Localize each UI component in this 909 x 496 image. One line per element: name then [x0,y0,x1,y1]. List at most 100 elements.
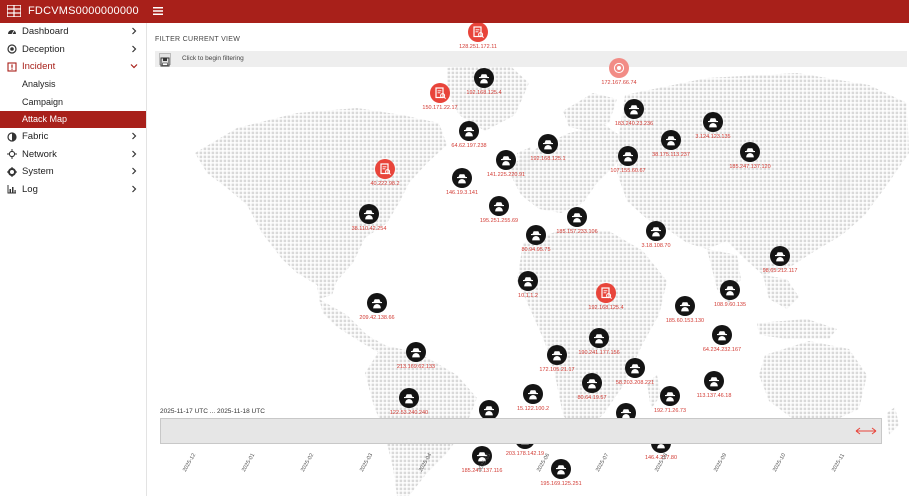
attacker-icon[interactable] [703,112,723,132]
attacker-icon[interactable] [489,196,509,216]
timeline-tick-label: 2025-06 [536,452,552,473]
sidebar-item-label: Network [22,148,57,160]
marker-ip-label: 195.251.255.69 [479,218,519,224]
attacker-icon[interactable] [526,225,546,245]
attacker-icon[interactable] [720,280,740,300]
sidebar-subitem-attack-map[interactable]: Attack Map [0,110,146,128]
attacker-icon[interactable] [523,384,543,404]
sidebar-item-log[interactable]: Log [0,181,146,199]
attacker-icon[interactable] [770,246,790,266]
attacker-icon[interactable] [660,386,680,406]
sidebar-item-deception[interactable]: Deception [0,41,146,59]
attacker-icon[interactable] [646,221,666,241]
dashboard-icon [8,29,16,34]
marker-ip-label: 192.168.125.1 [530,156,566,162]
marker-ip-label: 3.18.108.70 [641,243,671,249]
attacker-icon[interactable] [459,121,479,141]
incident-document-icon[interactable] [430,83,450,103]
attacker-icon[interactable] [675,296,695,316]
marker-ip-label: 141.225.220.91 [486,172,526,178]
sidebar-item-network[interactable]: Network [0,146,146,164]
chevron-right-icon [132,150,137,157]
sidebar-item-incident[interactable]: Incident [0,58,146,76]
attacker-icon[interactable] [661,130,681,150]
attacker-icon[interactable] [582,373,602,393]
marker-ip-label: 190.241.177.156 [578,350,620,356]
timeline-tick-label: 2025-10 [772,452,788,473]
network-icon [7,149,17,160]
attacker-icon[interactable] [538,134,558,154]
attacker-icon[interactable] [625,358,645,378]
attacker-icon[interactable] [496,150,516,170]
sidebar-subitem-campaign[interactable]: Campaign [0,93,146,111]
sidebar-item-fabric[interactable]: Fabric [0,128,146,146]
marker-ip-label: 192.168.125.4 [588,305,624,311]
chevron-down-icon [130,64,138,69]
attacker-icon[interactable] [406,342,426,362]
filter-input-bar[interactable]: Click to begin filtering [155,51,907,67]
sidebar: Dashboard Deception Incident Analysis Ca… [0,23,147,496]
filter-placeholder: Click to begin filtering [182,55,244,62]
timeline-resize-handle-icon[interactable] [853,426,879,436]
attacker-icon[interactable] [567,207,587,227]
attacker-icon[interactable] [474,68,494,88]
timeline-tick-label: 2025-05 [477,452,493,473]
attacker-icon[interactable] [359,204,379,224]
timeline-tick-label: 2025-09 [713,452,729,473]
marker-ip-label: 185.247.137.120 [729,164,771,170]
attacker-icon[interactable] [367,293,387,313]
gear-icon [7,166,17,177]
marker-ip-label: 38.110.42.254 [351,226,387,232]
attacker-icon[interactable] [624,99,644,119]
marker-ip-label: 172.167.66.74 [601,80,637,86]
timeline-tick-label: 2025-07 [595,452,611,473]
sidebar-item-label: Log [22,183,38,195]
attacker-icon[interactable] [518,271,538,291]
timeline-tick-label: 2025-01 [241,452,257,473]
timeline-band[interactable] [160,418,882,444]
timeline-range-label: 2025-11-17 UTC ... 2025-11-18 UTC [160,408,265,415]
fabric-icon [7,132,17,142]
chevron-right-icon [132,185,137,192]
marker-ip-label: 58.203.208.221 [615,380,655,386]
app-logo-icon [7,5,21,17]
marker-ip-label: 185.60.153.130 [665,318,705,324]
sidebar-item-label: Fabric [22,131,49,143]
marker-ip-label: 113.137.46.18 [696,393,732,399]
attacker-icon[interactable] [399,388,419,408]
sidebar-item-system[interactable]: System [0,163,146,181]
attacker-icon[interactable] [452,168,472,188]
incident-icon [7,62,17,72]
attacker-icon[interactable] [589,328,609,348]
timeline-tick-label: 2025-12 [182,452,198,473]
save-filter-button[interactable] [159,53,171,67]
marker-ip-label: 98.65.212.117 [762,268,798,274]
marker-ip-label: 64.62.197.238 [451,143,487,149]
timeline-tick-label: 2025-03 [359,452,375,473]
deception-icon [7,44,17,54]
timeline-tick-label: 2025-02 [300,452,316,473]
sidebar-subitem-analysis[interactable]: Analysis [0,76,146,94]
incident-document-icon[interactable] [596,283,616,303]
timeline-panel: 2025-11-17 UTC ... 2025-11-18 UTC 2025-1… [160,408,882,496]
attacker-icon[interactable] [547,345,567,365]
marker-ip-label: 150.171.22.17 [422,105,458,111]
incident-document-icon[interactable] [375,159,395,179]
incident-document-icon[interactable] [468,23,488,42]
attack-map-view: FILTER CURRENT VIEW Click to begin filte… [147,23,909,496]
target-icon[interactable] [609,58,629,78]
attacker-icon[interactable] [704,371,724,391]
attacker-icon[interactable] [712,325,732,345]
hamburger-menu-icon[interactable] [152,5,164,17]
attacker-icon[interactable] [740,142,760,162]
marker-ip-label: 192.168.125.4 [466,90,502,96]
sidebar-item-dashboard[interactable]: Dashboard [0,23,146,41]
marker-ip-label: 107.155.60.67 [610,168,646,174]
app-title: FDCVMS0000000000 [28,5,139,17]
chevron-right-icon [132,132,137,140]
marker-ip-label: 64.234.232.167 [702,347,742,353]
marker-ip-label: 3.124.123.135 [695,134,731,140]
attacker-icon[interactable] [618,146,638,166]
log-chart-icon [7,185,16,194]
timeline-tick-label: 2025-04 [418,452,434,473]
